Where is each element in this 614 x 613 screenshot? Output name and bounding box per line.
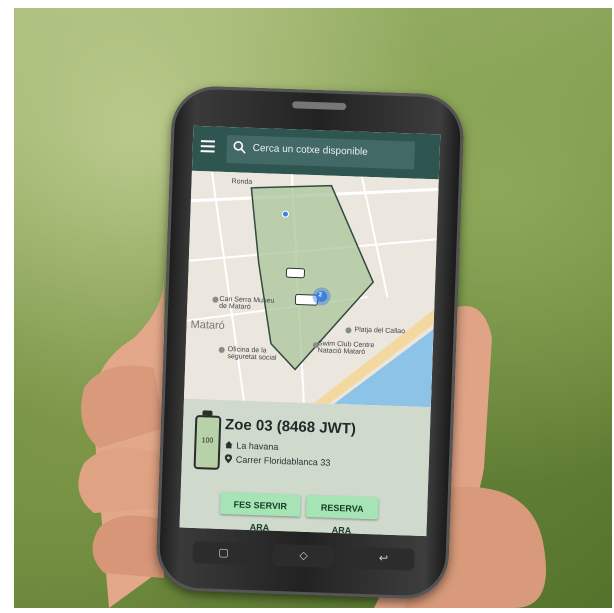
battery-level: 100 <box>201 437 214 445</box>
photo-background: Cerca un cotxe disponible Ronda Can Serr… <box>14 8 612 608</box>
map-canvas <box>183 170 439 408</box>
reserve-button[interactable]: RESERVA ARA <box>305 494 379 536</box>
vehicle-address-row: Carrer Floridablanca 33 <box>224 454 331 468</box>
cluster-count[interactable]: 2 <box>319 292 323 298</box>
map-view[interactable]: Ronda Can Serra Museu de Mataró Mataró P… <box>183 170 439 408</box>
search-icon <box>233 141 246 154</box>
hardware-keys: ▢ ◇ ↩ <box>192 541 415 573</box>
map-label-club: Swim Club Centre Natació Mataró <box>317 340 375 356</box>
vehicle-detail-panel: 100 Zoe 03 (8468 JWT) La havana Carrer F… <box>179 398 431 537</box>
map-label-museum: Can Serra Museu de Mataró <box>219 295 275 311</box>
app-screen: Cerca un cotxe disponible Ronda Can Serr… <box>179 125 441 537</box>
home-icon <box>225 441 233 449</box>
map-pin-icon <box>224 454 233 464</box>
battery-icon: 100 <box>193 415 222 470</box>
smartphone: Cerca un cotxe disponible Ronda Can Serr… <box>155 85 465 600</box>
back-key[interactable]: ↩ <box>352 546 415 571</box>
vehicle-location-row: La havana <box>224 440 279 452</box>
vehicle-address: Carrer Floridablanca 33 <box>235 454 331 468</box>
map-label-office: Oficina de la seguretat social <box>227 346 277 362</box>
vehicle-location: La havana <box>236 440 279 452</box>
phone-speaker <box>292 101 347 111</box>
home-key[interactable]: ◇ <box>272 543 335 568</box>
map-label-road: Ronda <box>231 178 253 186</box>
map-label-town: Mataró <box>190 318 225 333</box>
hamburger-menu-icon[interactable] <box>200 140 215 153</box>
search-placeholder: Cerca un cotxe disponible <box>252 142 368 158</box>
recent-apps-key[interactable]: ▢ <box>192 541 255 566</box>
vehicle-name: Zoe 03 (8468 JWT) <box>224 416 357 438</box>
search-field[interactable]: Cerca un cotxe disponible <box>226 134 416 170</box>
use-now-button[interactable]: FES SERVIR ARA <box>219 491 301 533</box>
